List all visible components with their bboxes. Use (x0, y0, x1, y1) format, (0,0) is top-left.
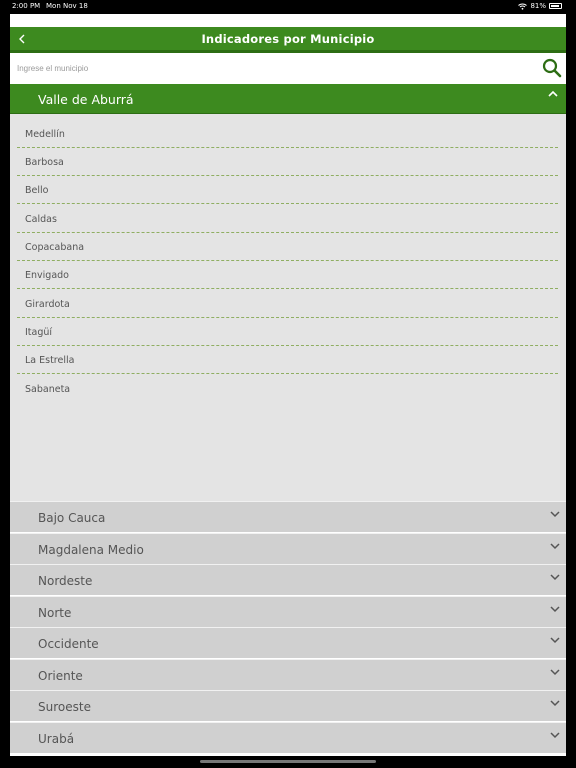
app-window: Indicadores por Municipio Valle de Aburr… (10, 14, 566, 756)
region-header-occidente[interactable]: Occidente (10, 627, 566, 658)
municipio-label: Caldas (25, 214, 57, 225)
search-icon[interactable] (542, 58, 562, 78)
region-header-valle-de-aburra[interactable]: Valle de Aburrá (10, 84, 566, 114)
region-header-nordeste[interactable]: Nordeste (10, 564, 566, 595)
battery-percent: 81% (530, 2, 546, 10)
status-date: Mon Nov 18 (46, 2, 88, 10)
municipio-label: Bello (25, 185, 49, 196)
status-bar: 2:00 PM Mon Nov 18 81% (0, 0, 576, 14)
chevron-down-icon (550, 511, 560, 518)
chevron-down-icon (550, 574, 560, 581)
municipio-label: Medellín (25, 129, 65, 140)
chevron-down-icon (550, 606, 560, 613)
chevron-down-icon (550, 700, 560, 707)
region-header-bajo-cauca[interactable]: Bajo Cauca (10, 501, 566, 532)
chevron-down-icon (550, 669, 560, 676)
municipio-label: Itagüí (25, 327, 53, 338)
chevron-down-icon (550, 637, 560, 644)
municipio-list: Medellín Barbosa Bello Caldas Copacabana… (10, 114, 566, 501)
region-header-norte[interactable]: Norte (10, 596, 566, 627)
wifi-icon (518, 3, 528, 10)
municipio-label: Sabaneta (25, 384, 71, 395)
search-bar (10, 53, 566, 84)
region-label: Valle de Aburrá (38, 92, 134, 107)
region-label: Suroeste (38, 700, 91, 714)
status-time: 2:00 PM (12, 2, 41, 10)
page-title: Indicadores por Municipio (201, 32, 375, 46)
municipio-item[interactable]: Sabaneta (17, 375, 558, 403)
region-header-oriente[interactable]: Oriente (10, 659, 566, 690)
region-label: Urabá (38, 732, 75, 746)
municipio-label: Girardota (25, 299, 70, 310)
chevron-down-icon (550, 732, 560, 739)
region-label: Magdalena Medio (38, 543, 144, 557)
municipio-item[interactable]: Girardota (17, 290, 558, 318)
municipio-item[interactable]: Itagüí (17, 318, 558, 346)
region-header-suroeste[interactable]: Suroeste (10, 690, 566, 721)
chevron-down-icon (550, 543, 560, 550)
region-header-magdalena-medio[interactable]: Magdalena Medio (10, 533, 566, 564)
municipio-item[interactable]: Barbosa (17, 148, 558, 176)
search-input[interactable] (10, 53, 530, 84)
region-label: Nordeste (38, 574, 93, 588)
municipio-label: Barbosa (25, 157, 64, 168)
municipio-label: Copacabana (25, 242, 85, 253)
municipio-item[interactable]: Caldas (17, 205, 558, 233)
municipio-item[interactable]: Copacabana (17, 233, 558, 261)
battery-icon (549, 3, 562, 9)
municipio-item[interactable]: La Estrella (17, 346, 558, 374)
top-strip (10, 14, 566, 27)
region-header-uraba[interactable]: Urabá (10, 722, 566, 753)
municipio-item[interactable]: Medellín (17, 120, 558, 148)
chevron-up-icon (548, 90, 558, 97)
municipio-item[interactable]: Bello (17, 176, 558, 204)
header-bar: Indicadores por Municipio (10, 27, 566, 53)
municipio-label: La Estrella (25, 355, 75, 366)
municipio-label: Envigado (25, 270, 69, 281)
region-label: Occidente (38, 637, 99, 651)
home-indicator (200, 760, 376, 763)
region-label: Oriente (38, 669, 83, 683)
municipio-item[interactable]: Envigado (17, 261, 558, 289)
status-right: 81% (518, 2, 562, 10)
region-label: Norte (38, 606, 72, 620)
region-label: Bajo Cauca (38, 511, 106, 525)
